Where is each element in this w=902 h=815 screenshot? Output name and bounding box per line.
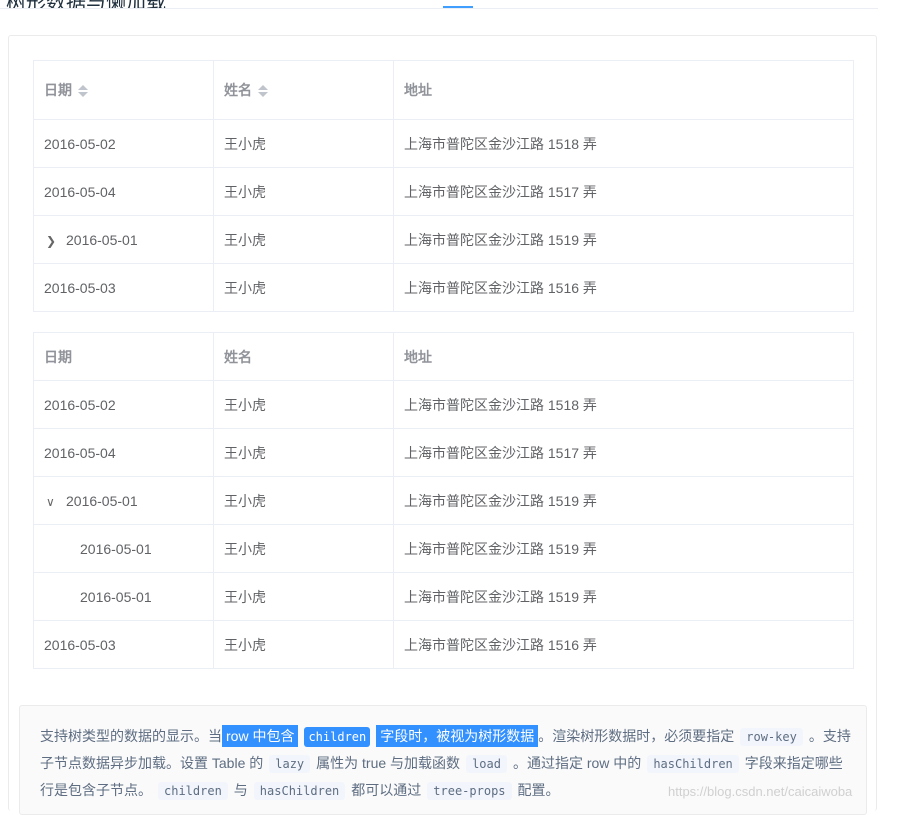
sort-caret-icon[interactable] <box>78 84 88 98</box>
cell-address: 上海市普陀区金沙江路 1517 弄 <box>393 428 854 477</box>
cell-date-text: 2016-05-01 <box>66 492 138 509</box>
cell-name: 王小虎 <box>213 428 394 477</box>
code-row-key: row-key <box>740 728 803 746</box>
cell-name: 王小虎 <box>213 380 394 429</box>
selected-text: 字段时，被视为树形数据 <box>376 725 539 747</box>
desc-text-segment: 。渲染树形数据时，必须要指定 <box>538 728 735 744</box>
code-has-children: hasChildren <box>253 782 346 800</box>
page-heading: 树形数据与懒加载 <box>6 0 166 8</box>
column-header-address: 地址 <box>393 60 854 120</box>
cell-date-text: 2016-05-01 <box>80 540 152 557</box>
sort-caret-icon[interactable] <box>258 84 268 98</box>
column-header-name[interactable]: 姓名 <box>213 60 394 120</box>
code-load: load <box>466 755 507 773</box>
chevron-down-icon[interactable]: ∨ <box>46 495 60 509</box>
cell-name: 王小虎 <box>213 524 394 573</box>
cell-name: 王小虎 <box>213 572 394 621</box>
table-row-child[interactable]: 2016-05-01 王小虎 上海市普陀区金沙江路 1519 弄 <box>33 524 854 573</box>
cell-date-text: 2016-05-01 <box>80 588 152 605</box>
column-header-date[interactable]: 日期 <box>33 60 214 120</box>
cell-address: 上海市普陀区金沙江路 1519 弄 <box>393 215 854 264</box>
column-header-date: 日期 <box>33 332 214 381</box>
table-row-child[interactable]: 2016-05-01 王小虎 上海市普陀区金沙江路 1519 弄 <box>33 572 854 621</box>
cell-address: 上海市普陀区金沙江路 1519 弄 <box>393 476 854 525</box>
column-header-name: 姓名 <box>213 332 394 381</box>
code-children: children <box>158 782 228 800</box>
cell-name: 王小虎 <box>213 620 394 669</box>
watermark: https://blog.csdn.net/caicaiwoba <box>668 784 853 799</box>
cell-address: 上海市普陀区金沙江路 1518 弄 <box>393 119 854 168</box>
cell-date: 2016-05-04 <box>33 428 214 477</box>
cell-date: 2016-05-01 <box>33 524 214 573</box>
cell-address: 上海市普陀区金沙江路 1519 弄 <box>393 524 854 573</box>
table-row[interactable]: 2016-05-04 王小虎 上海市普陀区金沙江路 1517 弄 <box>33 167 854 216</box>
cell-name: 王小虎 <box>213 167 394 216</box>
cell-address: 上海市普陀区金沙江路 1518 弄 <box>393 380 854 429</box>
desc-text-segment: 属性为 true 与加载函数 <box>316 755 461 771</box>
cell-address: 上海市普陀区金沙江路 1517 弄 <box>393 167 854 216</box>
cell-date: 2016-05-02 <box>33 380 214 429</box>
cell-name: 王小虎 <box>213 215 394 264</box>
code-lazy: lazy <box>269 755 311 773</box>
table-row[interactable]: 2016-05-03 王小虎 上海市普陀区金沙江路 1516 弄 <box>33 620 854 669</box>
chevron-right-icon[interactable]: ❯ <box>46 234 60 248</box>
cell-address: 上海市普陀区金沙江路 1516 弄 <box>393 263 854 312</box>
cell-date: 2016-05-03 <box>33 620 214 669</box>
desc-text-segment: 都可以通过 <box>351 782 422 798</box>
top-bar: 树形数据与懒加载 <box>0 0 878 9</box>
desc-text-segment: 与 <box>233 782 248 798</box>
column-header-label: 地址 <box>404 82 432 98</box>
table-row[interactable]: ❯ 2016-05-01 王小虎 上海市普陀区金沙江路 1519 弄 <box>33 215 854 264</box>
desc-text-segment: 配置。 <box>517 782 560 798</box>
column-header-label: 姓名 <box>224 82 252 98</box>
cell-address: 上海市普陀区金沙江路 1516 弄 <box>393 620 854 669</box>
cell-date-text: 2016-05-01 <box>66 231 138 248</box>
cell-date: 2016-05-01 <box>33 572 214 621</box>
column-header-label: 日期 <box>44 82 72 98</box>
cell-address: 上海市普陀区金沙江路 1519 弄 <box>393 572 854 621</box>
tree-table-lazy: 日期 姓名 地址 2016-05-02 王小虎 上海市普陀区金沙江路 1518 … <box>33 332 854 669</box>
column-header-address: 地址 <box>393 332 854 381</box>
desc-text-segment: 。通过指定 row 中的 <box>512 755 642 771</box>
cell-name: 王小虎 <box>213 119 394 168</box>
tab-active-indicator <box>443 6 473 8</box>
tree-table-sortable: 日期 姓名 地址 2016-05-02 王小虎 上海市普陀区金沙江路 1518 … <box>33 60 854 312</box>
table-row[interactable]: 2016-05-02 王小虎 上海市普陀区金沙江路 1518 弄 <box>33 119 854 168</box>
table-header-row: 日期 姓名 地址 <box>33 60 854 120</box>
cell-name: 王小虎 <box>213 263 394 312</box>
cell-date: 2016-05-02 <box>33 119 214 168</box>
cell-name: 王小虎 <box>213 476 394 525</box>
cell-date: 2016-05-04 <box>33 167 214 216</box>
code-tree-props: tree-props <box>427 782 512 800</box>
table-row[interactable]: 2016-05-03 王小虎 上海市普陀区金沙江路 1516 弄 <box>33 263 854 312</box>
desc-text-segment: 支持树类型的数据的显示。当 <box>40 728 222 744</box>
table-row[interactable]: 2016-05-02 王小虎 上海市普陀区金沙江路 1518 弄 <box>33 380 854 429</box>
table-header-row: 日期 姓名 地址 <box>33 332 854 381</box>
code-has-children: hasChildren <box>647 755 739 773</box>
table-row[interactable]: ∨ 2016-05-01 王小虎 上海市普陀区金沙江路 1519 弄 <box>33 476 854 525</box>
selected-text: row 中包含 <box>222 725 299 747</box>
cell-date: ❯ 2016-05-01 <box>33 215 214 264</box>
cell-date: 2016-05-03 <box>33 263 214 312</box>
cell-date: ∨ 2016-05-01 <box>33 476 214 525</box>
table-row[interactable]: 2016-05-04 王小虎 上海市普陀区金沙江路 1517 弄 <box>33 428 854 477</box>
code-children: children <box>304 727 371 747</box>
